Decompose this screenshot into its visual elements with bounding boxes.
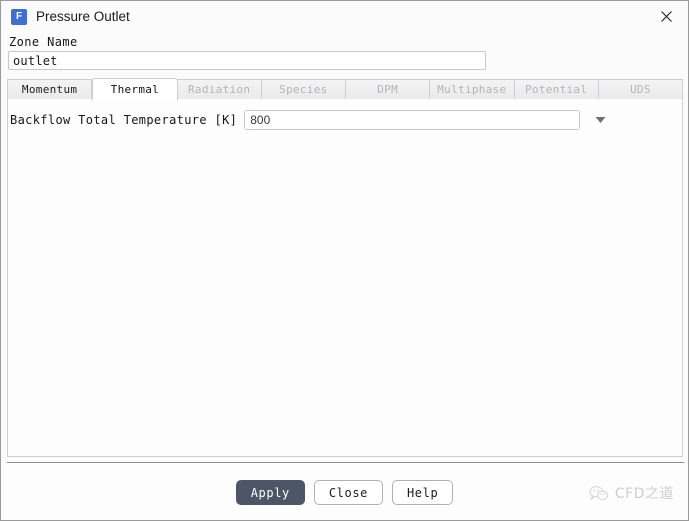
close-button-label: Close bbox=[328, 485, 368, 500]
tab-label: Species bbox=[279, 83, 328, 96]
zone-name-label: Zone Name bbox=[9, 35, 78, 49]
tab-bar: Momentum Thermal Radiation Species DPM M… bbox=[7, 78, 683, 101]
app-icon-letter: F bbox=[15, 10, 23, 22]
tab-label: Potential bbox=[524, 83, 588, 96]
zone-name-input[interactable] bbox=[8, 51, 486, 70]
backflow-temperature-dropdown-button[interactable] bbox=[592, 112, 608, 128]
apply-button-label: Apply bbox=[250, 485, 290, 500]
close-dialog-button[interactable]: Close bbox=[313, 480, 383, 505]
title-bar: F Pressure Outlet bbox=[1, 1, 688, 32]
watermark-text: CFD之道 bbox=[614, 486, 674, 502]
help-button[interactable]: Help bbox=[391, 480, 454, 505]
help-button-label: Help bbox=[406, 485, 439, 500]
tab-label: DPM bbox=[377, 83, 399, 96]
tab-radiation[interactable]: Radiation bbox=[177, 79, 262, 100]
tab-thermal[interactable]: Thermal bbox=[92, 78, 178, 101]
pressure-outlet-dialog: F Pressure Outlet Zone Name Momentum The… bbox=[0, 0, 689, 521]
tab-species[interactable]: Species bbox=[261, 79, 346, 100]
dialog-footer: Apply Close Help CFD之道 bbox=[1, 463, 688, 520]
close-icon bbox=[660, 11, 672, 22]
tab-label: Thermal bbox=[110, 83, 160, 96]
window-title: Pressure Outlet bbox=[36, 9, 130, 24]
wechat-icon bbox=[589, 485, 609, 500]
tab-momentum[interactable]: Momentum bbox=[7, 79, 93, 100]
tab-uds[interactable]: UDS bbox=[598, 79, 683, 100]
footer-button-bar: Apply Close Help bbox=[1, 480, 688, 505]
backflow-total-temperature-label: Backflow Total Temperature [K] bbox=[10, 113, 238, 127]
fluent-app-icon: F bbox=[11, 8, 27, 25]
tab-potential[interactable]: Potential bbox=[514, 79, 599, 100]
thermal-tab-panel: Backflow Total Temperature [K] bbox=[7, 99, 683, 457]
tab-label: Radiation bbox=[187, 83, 251, 96]
chevron-down-icon bbox=[595, 117, 606, 123]
close-button[interactable] bbox=[644, 1, 688, 32]
tab-label: Multiphase bbox=[437, 83, 507, 96]
tab-dpm[interactable]: DPM bbox=[346, 79, 431, 100]
backflow-total-temperature-row: Backflow Total Temperature [K] bbox=[8, 109, 684, 131]
tab-label: UDS bbox=[629, 83, 651, 96]
tab-multiphase[interactable]: Multiphase bbox=[430, 79, 515, 100]
tab-label: Momentum bbox=[21, 83, 78, 96]
apply-button[interactable]: Apply bbox=[235, 480, 305, 505]
watermark: CFD之道 bbox=[589, 483, 674, 503]
backflow-total-temperature-input[interactable] bbox=[244, 110, 581, 130]
